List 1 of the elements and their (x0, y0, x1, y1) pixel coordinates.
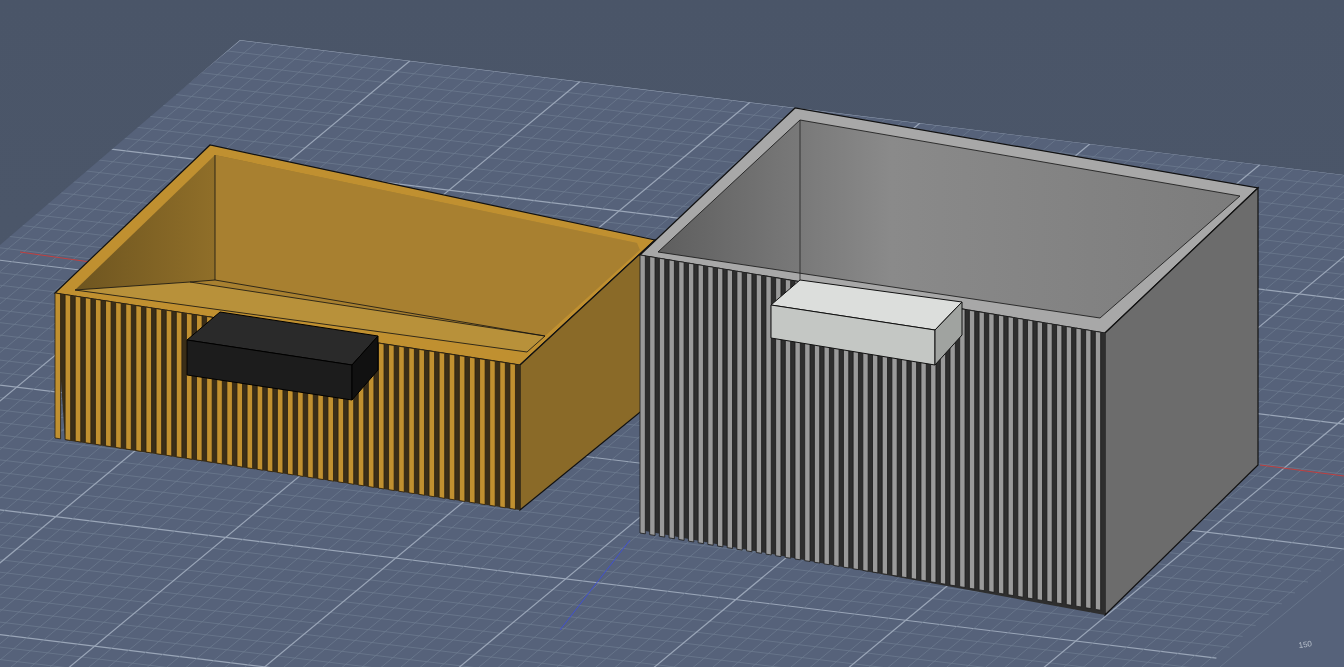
grid-label: 150 (1298, 639, 1313, 650)
